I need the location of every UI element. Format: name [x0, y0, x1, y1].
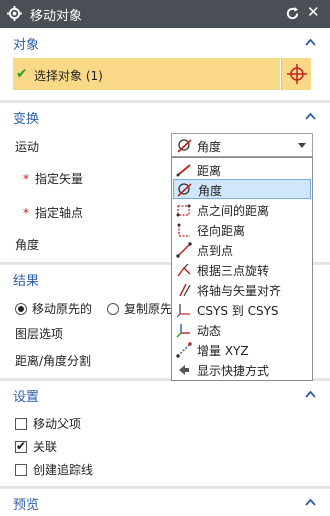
motion-option-label: 根据三点旋转 — [197, 264, 270, 278]
section-divider — [0, 486, 330, 489]
three-point-rotate-icon — [177, 263, 191, 277]
title-bar: 移动对象 ✕ — [0, 0, 330, 28]
motion-option-label: 角度 — [198, 184, 223, 198]
layer-option-label: 图层选项 — [15, 327, 64, 341]
point-to-point-icon — [176, 242, 192, 258]
radio-unselected[interactable] — [107, 303, 119, 315]
shortcut-arrow-icon — [179, 365, 189, 375]
motion-option-distance[interactable]: 距离 — [173, 160, 311, 180]
motion-option-label: 动态 — [197, 324, 222, 338]
select-object-label: 选择对象 (1) — [34, 69, 103, 83]
preview-section-title: 预览 — [13, 498, 40, 513]
move-original-option[interactable]: 移动原先的 — [15, 300, 92, 317]
radial-distance-icon — [177, 223, 190, 237]
motion-option-label: 增量 XYZ — [197, 344, 249, 358]
motion-option-label: 显示快捷方式 — [197, 364, 270, 378]
motion-option-point-distance[interactable]: 点之间的距离 — [173, 200, 311, 220]
motion-option-label: 距离 — [197, 164, 222, 178]
motion-option-radial-distance[interactable]: 径向距离 — [173, 220, 311, 240]
required-mark: * — [23, 172, 29, 186]
csys-icon — [176, 304, 190, 318]
select-object-row[interactable]: ✔ 选择对象 (1) — [13, 58, 280, 90]
section-divider — [0, 100, 330, 103]
transform-section-header[interactable]: 变换 — [6, 104, 324, 130]
create-trace-label: 创建追踪线 — [33, 463, 94, 477]
window-title: 移动对象 — [30, 9, 83, 24]
motion-option-three-point-rotate[interactable]: 根据三点旋转 — [173, 260, 311, 280]
move-original-label: 移动原先的 — [32, 302, 93, 316]
distance-angle-split-label: 距离/角度分割 — [15, 354, 92, 368]
motion-select[interactable]: 角度 — [171, 133, 313, 157]
motion-option-dynamic[interactable]: 动态 — [173, 320, 311, 340]
settings-section-header[interactable]: 设置 — [6, 382, 324, 408]
settings-section-title: 设置 — [13, 390, 40, 405]
motion-label: 运动 — [15, 140, 40, 154]
preview-section-header[interactable]: 预览 — [6, 490, 324, 516]
specify-vector-label: * 指定矢量 — [23, 170, 83, 187]
required-mark: * — [23, 206, 29, 220]
motion-option-show-shortcuts[interactable]: 显示快捷方式 — [173, 360, 311, 380]
chevron-down-icon — [298, 143, 306, 148]
motion-option-csys-to-csys[interactable]: CSYS 到 CSYS — [173, 300, 311, 320]
create-trace-checkbox[interactable] — [15, 464, 27, 476]
chevron-up-icon[interactable] — [305, 38, 316, 46]
chevron-up-icon[interactable] — [305, 498, 316, 506]
crosshair-icon — [287, 64, 307, 84]
angle-label: 角度 — [15, 238, 40, 252]
associative-checkbox[interactable] — [15, 439, 27, 453]
create-trace-option[interactable]: 创建追踪线 — [15, 461, 93, 478]
dynamic-icon — [176, 324, 190, 338]
chevron-up-icon[interactable] — [305, 112, 316, 120]
specify-vector-text: 指定矢量 — [35, 172, 84, 186]
object-section-header[interactable]: 对象 — [6, 30, 324, 56]
motion-option-label: 将轴与矢量对齐 — [197, 284, 282, 298]
associative-option[interactable]: 关联 — [15, 438, 57, 455]
motion-dropdown-list: 距离 角度 点之间的距离 径向距离 点到点 根据三点旋转 将轴与矢量对齐 CSY… — [171, 157, 313, 381]
motion-select-value: 角度 — [197, 140, 222, 154]
transform-section-title: 变换 — [13, 112, 40, 127]
move-parent-checkbox[interactable] — [15, 418, 27, 430]
angle-icon — [177, 139, 192, 153]
motion-option-label: 点之间的距离 — [197, 204, 270, 218]
motion-option-point-to-point[interactable]: 点到点 — [173, 240, 311, 260]
checkmark-icon: ✔ — [16, 66, 28, 82]
associative-label: 关联 — [33, 440, 58, 454]
motion-option-label: 径向距离 — [197, 224, 246, 238]
motion-option-label: 点到点 — [197, 244, 234, 258]
point-distance-icon — [176, 204, 191, 217]
reset-icon[interactable] — [285, 6, 300, 21]
motion-option-angle[interactable]: 角度 — [173, 179, 311, 199]
motion-option-delta-xyz[interactable]: 增量 XYZ — [173, 340, 311, 360]
motion-option-align-axis[interactable]: 将轴与矢量对齐 — [173, 280, 311, 300]
angle-icon — [177, 183, 192, 197]
object-section-title: 对象 — [13, 38, 40, 53]
align-axis-icon — [179, 283, 191, 297]
gear-icon[interactable] — [7, 6, 22, 21]
radio-selected[interactable] — [15, 303, 27, 315]
motion-option-label: CSYS 到 CSYS — [197, 304, 279, 318]
delta-xyz-icon — [176, 342, 192, 358]
result-section-title: 结果 — [13, 274, 40, 289]
move-parent-option[interactable]: 移动父项 — [15, 415, 81, 432]
chevron-up-icon[interactable] — [305, 390, 316, 398]
distance-icon — [176, 164, 191, 177]
specify-axis-point-text: 指定轴点 — [35, 206, 84, 220]
point-selector-button[interactable] — [281, 58, 311, 90]
close-button[interactable]: ✕ — [307, 5, 320, 20]
specify-axis-point-label: * 指定轴点 — [23, 204, 83, 221]
move-parent-label: 移动父项 — [33, 417, 82, 431]
